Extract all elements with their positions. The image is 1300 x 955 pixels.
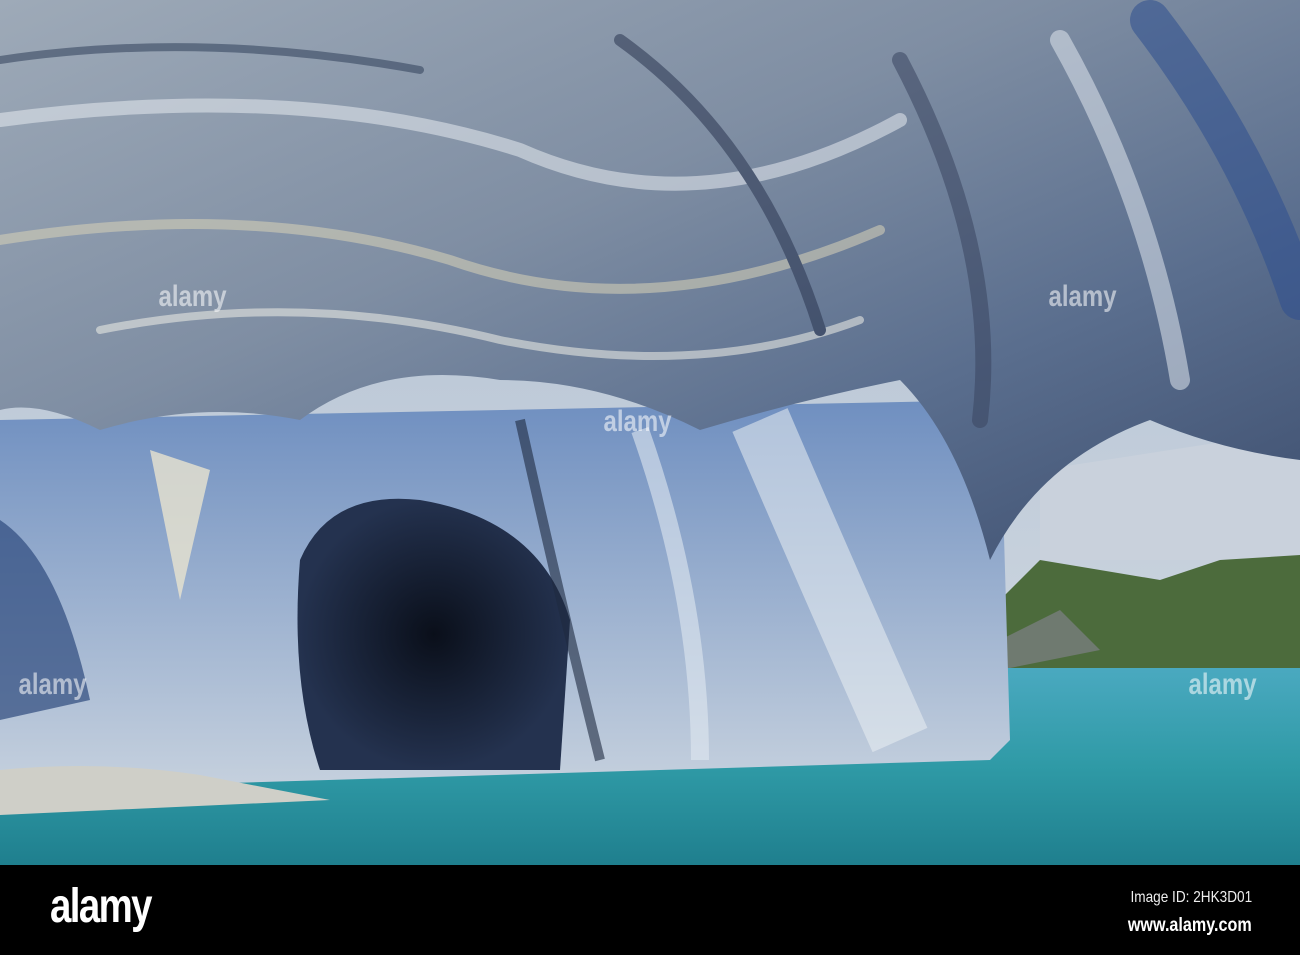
image-id: Image ID: 2HK3D01 [1130,889,1252,906]
stock-photo: alamy alamy alamy alamy alamy alamy Imag… [0,0,1300,955]
watermark: alamy [1048,280,1117,313]
marble-cave-photo: alamy alamy alamy alamy alamy [0,0,1300,865]
watermark: alamy [18,668,87,701]
watermark: alamy [158,280,227,313]
watermark: alamy [603,405,672,438]
watermark: alamy [1188,668,1257,701]
website-link: www.alamy.com [1128,915,1252,936]
alamy-logo: alamy [50,880,152,933]
stock-banner: alamy Image ID: 2HK3D01 www.alamy.com [0,865,1300,955]
